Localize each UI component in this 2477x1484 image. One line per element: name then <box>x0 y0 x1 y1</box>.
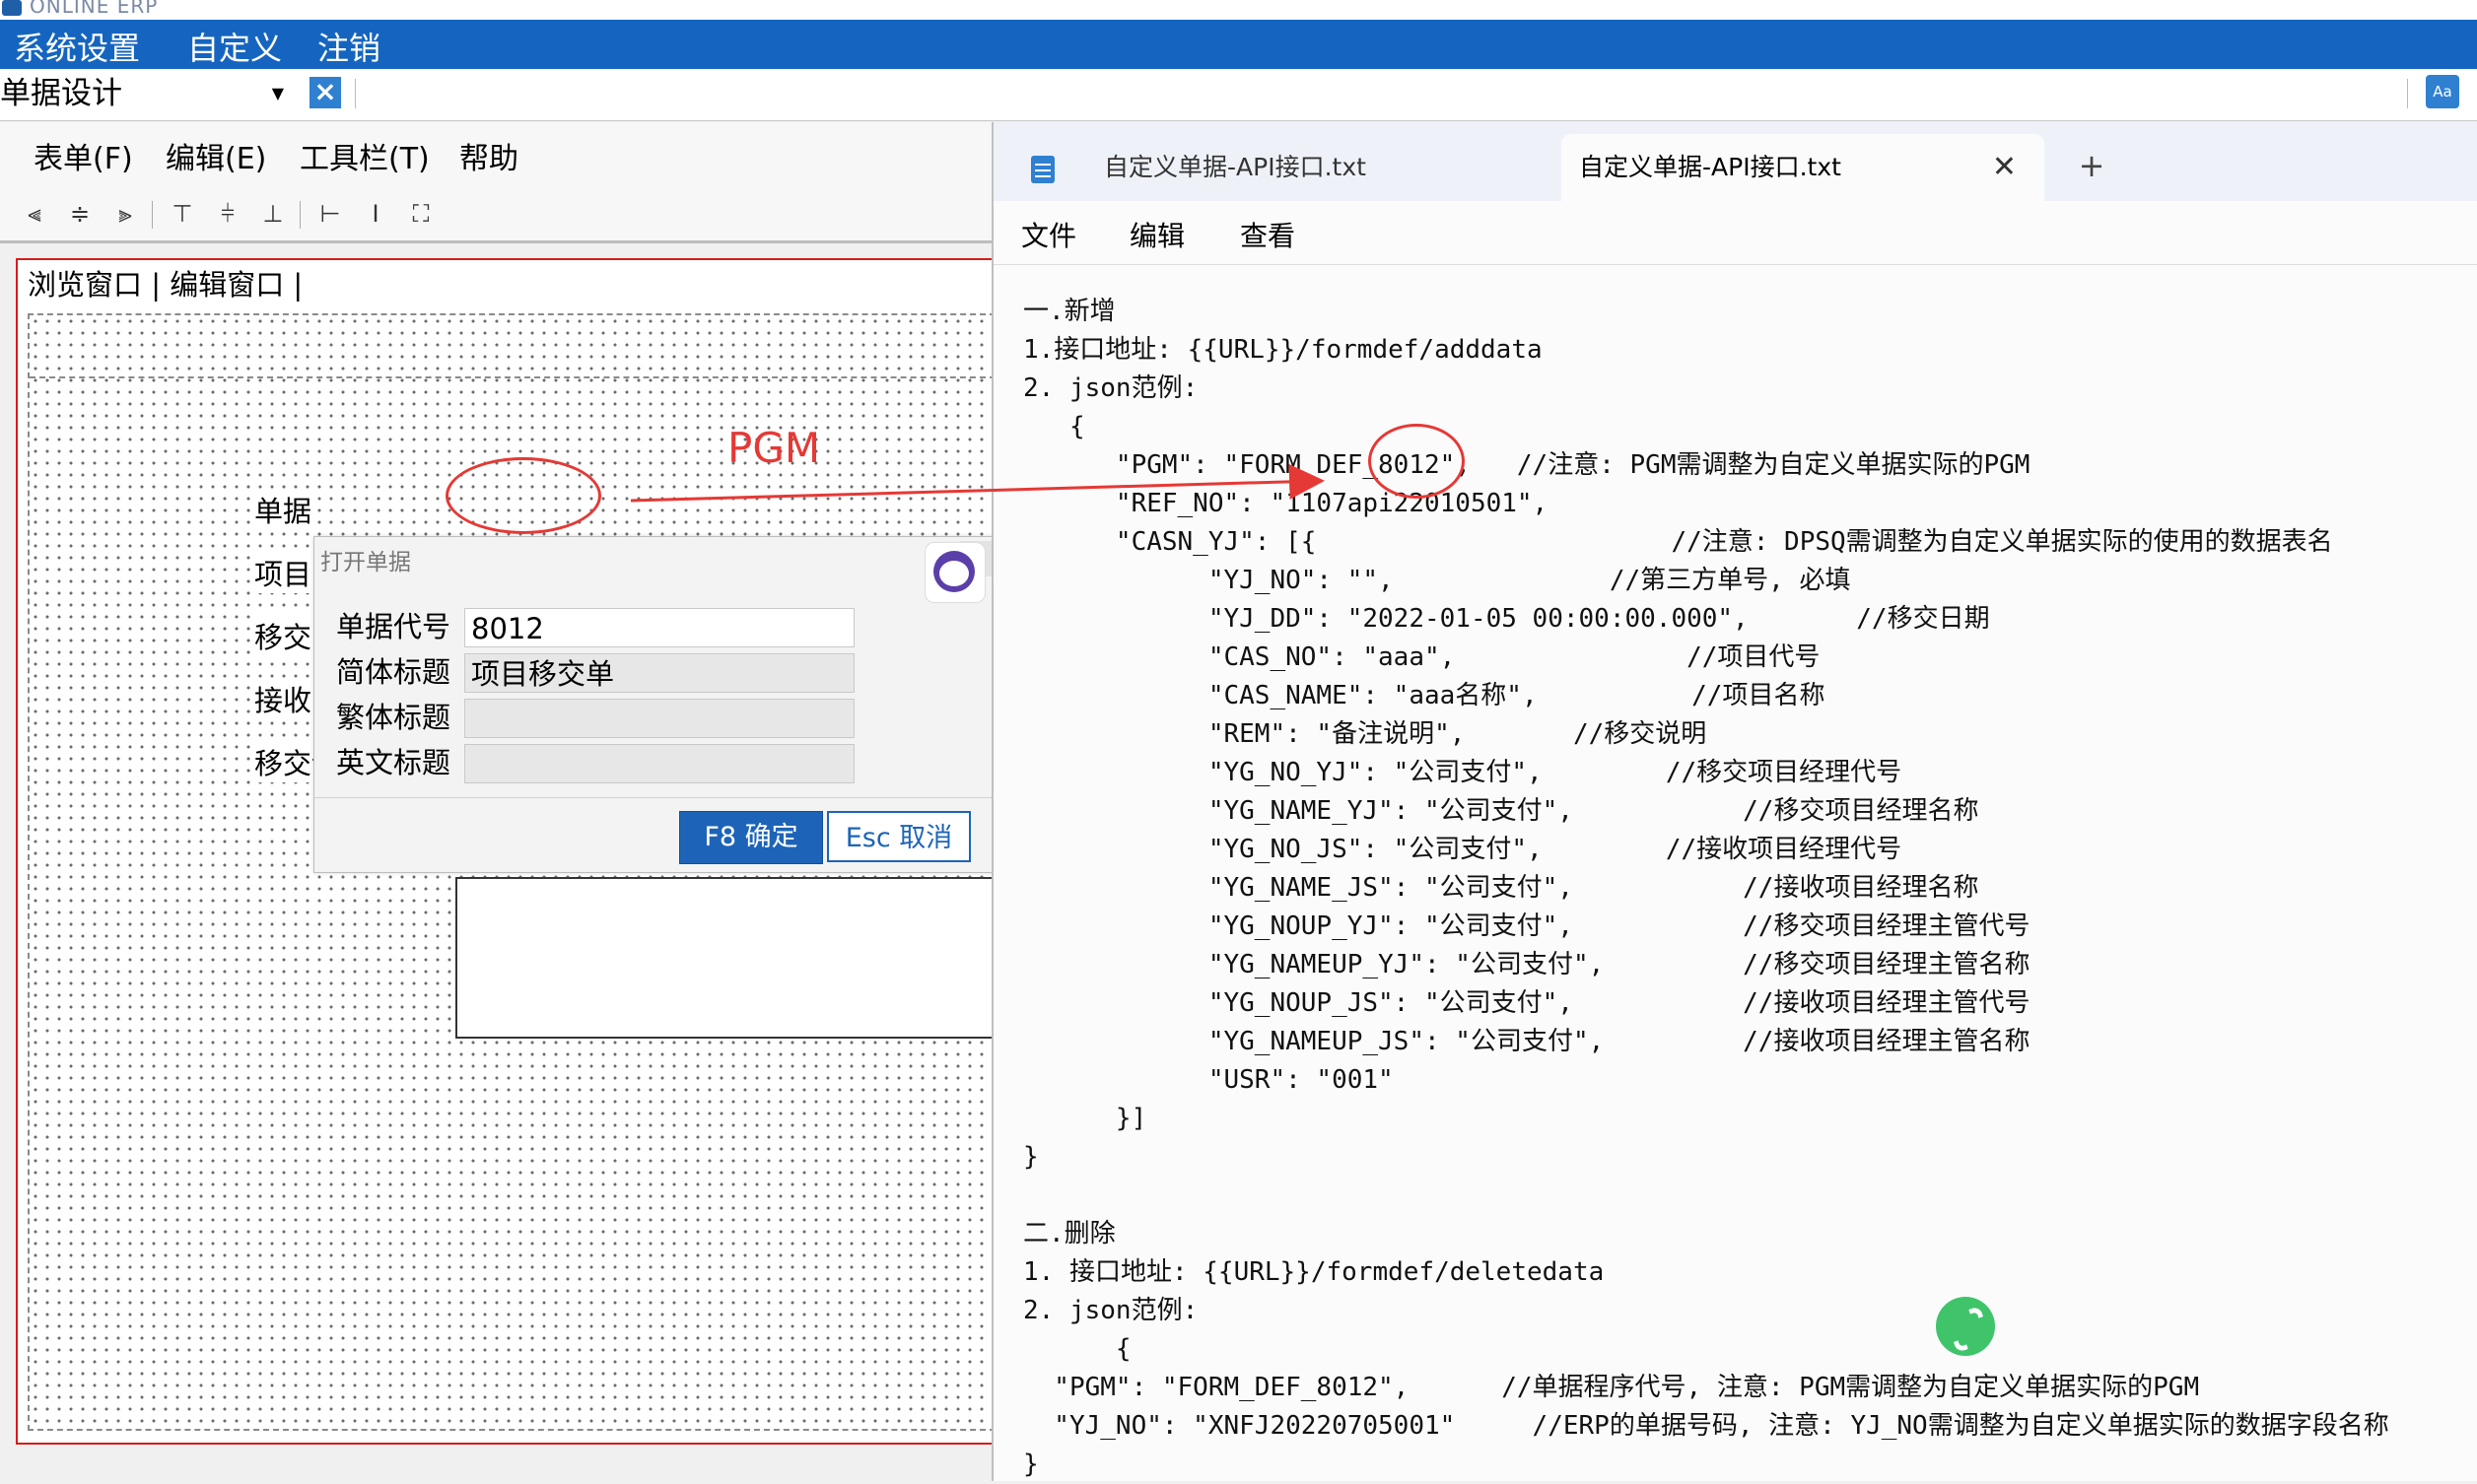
simplified-title-input[interactable]: 项目移交单 <box>464 653 855 693</box>
cancel-button[interactable]: Esc 取消 <box>827 811 971 862</box>
grid-header-band <box>30 315 996 378</box>
designer-menu-help[interactable]: 帮助 <box>459 134 518 177</box>
field-label-transfer: 移交 <box>254 615 312 656</box>
align-center-icon[interactable]: ≑ <box>65 199 95 229</box>
alignment-toolbar: ⫷ ≑ ⫸ ⊤ ⫩ ⊥ ⊢ Ⅰ ⛶ <box>0 189 992 243</box>
dialog-divider <box>314 797 995 798</box>
new-tab-button[interactable]: + <box>2072 146 2111 185</box>
doc-code-input[interactable]: 8012 <box>464 608 855 647</box>
notepad-menubar: 文件 编辑 查看 <box>994 201 2477 265</box>
menu-logout[interactable]: 注销 <box>317 24 380 69</box>
notepad-menu-file[interactable]: 文件 <box>1021 215 1076 254</box>
dialog-title: 打开单据 <box>320 550 411 575</box>
align-right-icon[interactable]: ⫸ <box>110 199 140 229</box>
document-select-value: 单据设计 <box>0 76 122 111</box>
simplified-title-label: 简体标题 <box>336 655 451 689</box>
distribute-vertical-icon[interactable]: Ⅰ <box>361 199 390 229</box>
designer-menu-toolbar[interactable]: 工具栏(T) <box>300 134 430 177</box>
toolbar-divider <box>152 201 153 229</box>
menu-customize[interactable]: 自定义 <box>187 24 282 69</box>
distribute-horizontal-icon[interactable]: ⊢ <box>315 199 345 229</box>
assistant-cat-icon[interactable] <box>925 542 986 603</box>
pgm-annotation-label: PGM <box>727 424 821 472</box>
traditional-title-label: 繁体标题 <box>336 701 451 734</box>
close-icon: × <box>313 75 337 107</box>
font-settings-icon[interactable]: Aa <box>2426 75 2459 108</box>
annotation-ellipse-doc-code <box>446 457 601 534</box>
align-middle-icon[interactable]: ⫩ <box>213 199 242 229</box>
notepad-tabstrip: 自定义单据-API接口.txt 自定义单据-API接口.txt ✕ + <box>994 122 2477 201</box>
toolbar-divider <box>300 201 301 229</box>
app-titlebar: ONLINE ERP <box>0 0 2477 20</box>
green-app-logo-icon <box>1936 1297 1995 1356</box>
designer-menu-form[interactable]: 表单(F) <box>34 134 133 177</box>
notepad-text-content[interactable]: 一.新增 1.接口地址: {{URL}}/formdef/adddata 2. … <box>1023 293 2389 1484</box>
tab-2-label: 自定义单据-API接口.txt <box>1579 153 1841 181</box>
designer-menubar: 表单(F) 编辑(E) 工具栏(T) 帮助 <box>0 122 992 189</box>
main-menubar: 系统设置 自定义 注销 <box>0 20 2477 69</box>
window-tabs[interactable]: 浏览窗口 | 编辑窗口 | <box>28 260 303 309</box>
doc-code-label: 单据代号 <box>336 610 451 643</box>
toolbar-divider <box>355 79 356 108</box>
field-label-project: 项目 <box>254 552 312 593</box>
fit-size-icon[interactable]: ⛶ <box>406 199 436 229</box>
annotation-ellipse-pgm-code <box>1368 424 1465 499</box>
form-designer-pane: 表单(F) 编辑(E) 工具栏(T) 帮助 ⫷ ≑ ⫸ ⊤ ⫩ ⊥ ⊢ Ⅰ ⛶ … <box>0 122 998 1481</box>
align-top-icon[interactable]: ⊤ <box>168 199 197 229</box>
align-left-icon[interactable]: ⫷ <box>20 199 49 229</box>
app-title: ONLINE ERP <box>30 0 159 18</box>
cat-face-inner-icon <box>939 561 969 586</box>
notepad-tab-1[interactable]: 自定义单据-API接口.txt <box>1013 134 1565 201</box>
app-logo-icon <box>2 0 22 16</box>
notepad-tab-2-active[interactable]: 自定义单据-API接口.txt ✕ <box>1561 134 2044 201</box>
transfer-note-textarea[interactable] <box>455 877 998 1039</box>
align-bottom-icon[interactable]: ⊥ <box>258 199 288 229</box>
designer-menu-edit[interactable]: 编辑(E) <box>166 134 266 177</box>
traditional-title-input[interactable] <box>464 699 855 738</box>
document-select[interactable]: 单据设计 ▼ <box>0 73 292 114</box>
notepad-menu-edit[interactable]: 编辑 <box>1130 215 1185 254</box>
close-tab-icon[interactable]: ✕ <box>1992 134 2017 201</box>
field-label-receive: 接收 <box>254 678 312 719</box>
tab-1-label: 自定义单据-API接口.txt <box>1104 153 1366 181</box>
notepad-icon <box>1031 156 1055 183</box>
dropdown-arrow-icon: ▼ <box>271 84 284 102</box>
toolbar-divider <box>2407 79 2408 108</box>
document-toolbar: 单据设计 ▼ × Aa <box>0 69 2477 121</box>
menu-system-settings[interactable]: 系统设置 <box>14 24 140 69</box>
notepad-window: 自定义单据-API接口.txt 自定义单据-API接口.txt ✕ + 文件 编… <box>992 122 2477 1481</box>
plus-icon: + <box>2078 147 2105 184</box>
english-title-label: 英文标题 <box>336 746 451 779</box>
open-document-dialog: 打开单据 × 单据代号 8012 简体标题 项目移交单 繁体标题 英文标题 F8… <box>313 536 996 873</box>
english-title-input[interactable] <box>464 744 855 783</box>
close-document-button[interactable]: × <box>310 77 341 108</box>
confirm-button[interactable]: F8 确定 <box>679 811 823 864</box>
notepad-menu-view[interactable]: 查看 <box>1240 215 1295 254</box>
field-label-doc: 单据 <box>254 489 312 530</box>
notepad-editor[interactable]: 一.新增 1.接口地址: {{URL}}/formdef/adddata 2. … <box>994 265 2477 1481</box>
